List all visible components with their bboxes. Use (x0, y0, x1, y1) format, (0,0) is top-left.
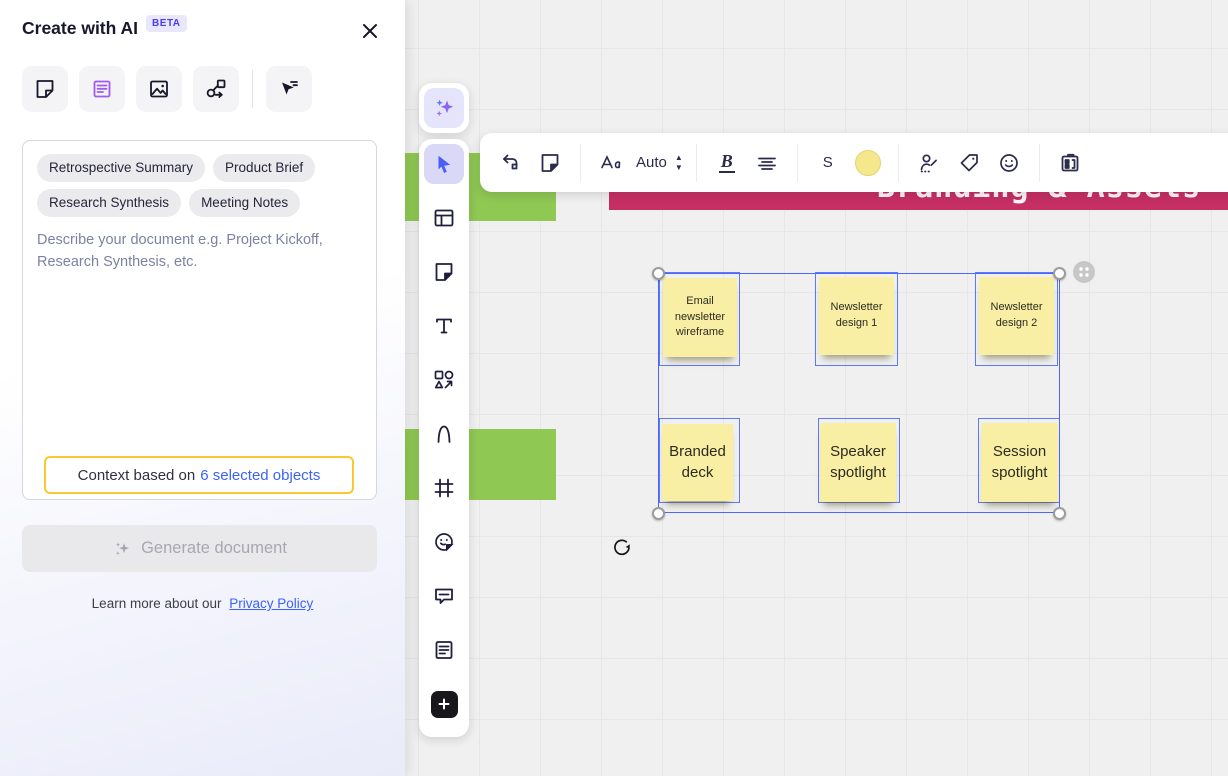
doc-icon (90, 77, 114, 101)
sparkles-icon (112, 539, 132, 559)
diagram-icon (204, 77, 228, 101)
context-bar[interactable]: Context based on 6 selected objects (44, 456, 354, 494)
prompt-chip[interactable]: Product Brief (213, 154, 315, 182)
more-dots-icon (1076, 264, 1092, 280)
prompt-chip[interactable]: Retrospective Summary (37, 154, 205, 182)
assignee-button[interactable] (912, 145, 946, 181)
rotate-handle[interactable] (610, 536, 634, 560)
color-swatch-button[interactable] (851, 145, 885, 181)
select-tool-button[interactable] (424, 144, 464, 184)
selection-handle-nw[interactable] (652, 267, 665, 280)
align-icon (755, 151, 779, 175)
sparkles-icon (432, 96, 456, 120)
beta-badge: BETA (146, 15, 186, 32)
sticker-tool-button[interactable] (424, 515, 464, 569)
comment-icon (432, 584, 456, 608)
panel-title: Create with AI (22, 18, 138, 39)
templates-tool-button[interactable] (424, 191, 464, 245)
close-panel-button[interactable] (357, 18, 383, 44)
shapes-tool-button[interactable] (424, 353, 464, 407)
sticker-icon (432, 530, 456, 554)
font-style-button[interactable] (594, 145, 628, 181)
prompt-chip[interactable]: Meeting Notes (189, 189, 300, 217)
selection-handle-se[interactable] (1053, 507, 1066, 520)
select-objects-button[interactable] (266, 66, 312, 112)
create-sticky-button[interactable] (22, 66, 68, 112)
comment-tool-button[interactable] (424, 569, 464, 623)
switch-type-icon (498, 151, 522, 175)
switch-type-button[interactable] (493, 145, 527, 181)
templates-icon (432, 206, 456, 230)
sticky-note-icon (432, 260, 456, 284)
sticky-type-button[interactable] (533, 145, 567, 181)
privacy-policy-link[interactable]: Privacy Policy (229, 596, 313, 611)
selection-more-dots-button[interactable] (1073, 261, 1095, 283)
tools-toolbar (419, 139, 469, 737)
font-style-icon (598, 151, 624, 175)
generate-document-label: Generate document (141, 539, 287, 558)
context-toolbar: Auto ▲ ▼ B S (480, 133, 1228, 192)
size-button[interactable]: S (811, 145, 845, 181)
panel-footer: Learn more about our Privacy Policy (0, 596, 405, 611)
selection-handle-ne[interactable] (1053, 267, 1066, 280)
text-tool-button[interactable] (424, 299, 464, 353)
grid-view-icon (1058, 151, 1082, 175)
footer-text: Learn more about our (92, 596, 222, 611)
text-icon (432, 314, 456, 338)
tag-button[interactable] (952, 145, 986, 181)
select-objects-icon (277, 77, 301, 101)
create-with-ai-panel: Create with AI BETA (0, 0, 405, 776)
bold-button[interactable]: B (710, 145, 744, 181)
document-tool-button[interactable] (424, 623, 464, 677)
stepper-up-icon[interactable]: ▲ (675, 154, 683, 162)
document-icon (432, 638, 456, 662)
frame-tool-button[interactable] (424, 461, 464, 515)
sticky-note-icon (33, 77, 57, 101)
font-size-value[interactable]: Auto (634, 154, 669, 171)
add-more-tools-button[interactable] (424, 677, 464, 731)
emoji-button[interactable] (992, 145, 1026, 181)
assignee-icon (917, 151, 941, 175)
selected-objects-link[interactable]: 6 selected objects (200, 467, 320, 484)
cursor-icon (432, 152, 456, 176)
add-more-icon (431, 691, 458, 718)
create-diagram-button[interactable] (193, 66, 239, 112)
create-doc-button[interactable] (79, 66, 125, 112)
rotate-icon (610, 536, 634, 560)
ai-tools-container (419, 83, 469, 133)
create-image-button[interactable] (136, 66, 182, 112)
ai-create-button[interactable] (424, 88, 464, 128)
tag-icon (957, 151, 981, 175)
pen-tool-button[interactable] (424, 407, 464, 461)
pen-icon (432, 422, 456, 446)
grid-view-button[interactable] (1053, 145, 1087, 181)
emoji-icon (997, 151, 1021, 175)
bold-icon: B (719, 152, 735, 174)
type-row-divider (252, 70, 253, 108)
color-swatch-icon (855, 150, 881, 176)
sticky-note-icon (538, 151, 562, 175)
stepper-down-icon[interactable]: ▼ (675, 164, 683, 172)
prompt-chip[interactable]: Research Synthesis (37, 189, 181, 217)
size-abbrev: S (823, 154, 833, 171)
selection-handle-sw[interactable] (652, 507, 665, 520)
generate-document-button[interactable]: Generate document (22, 525, 377, 572)
font-size-stepper[interactable]: ▲ ▼ (675, 154, 683, 172)
selection-bounding-box[interactable] (658, 273, 1060, 513)
align-button[interactable] (750, 145, 784, 181)
frame-icon (432, 476, 456, 500)
prompt-input-card[interactable]: Retrospective Summary Product Brief Rese… (22, 140, 377, 500)
image-icon (147, 77, 171, 101)
sticky-note-tool-button[interactable] (424, 245, 464, 299)
shapes-icon (432, 368, 456, 392)
context-prefix: Context based on (78, 467, 196, 484)
close-icon (360, 21, 380, 41)
prompt-placeholder[interactable]: Describe your document e.g. Project Kick… (37, 229, 367, 274)
